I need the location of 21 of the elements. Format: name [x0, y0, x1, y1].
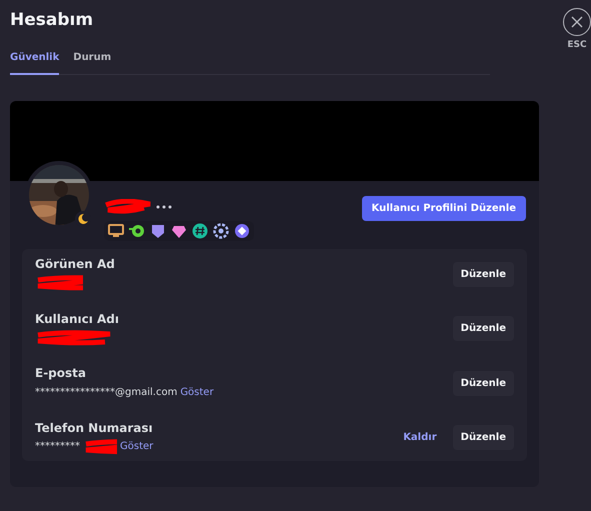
remove-link[interactable]: Kaldır: [403, 432, 437, 444]
edit-button[interactable]: Düzenle: [452, 316, 514, 342]
edit-button[interactable]: Düzenle: [452, 370, 514, 396]
edit-button[interactable]: Düzenle: [452, 262, 514, 286]
tab[interactable]: Güvenlik: [10, 52, 60, 75]
field-label: Telefon Numarası: [35, 420, 154, 435]
more-dots-icon: [156, 205, 172, 209]
close-button[interactable]: [563, 8, 591, 36]
field-label: E-posta: [35, 366, 87, 380]
field-value: ****************@gmail.com: [35, 386, 178, 398]
close-icon: [571, 16, 583, 28]
show-link[interactable]: Göster: [120, 441, 154, 452]
edit-button[interactable]: Düzenle: [452, 425, 514, 450]
field-label: Kullanıcı Adı: [35, 312, 120, 326]
show-link[interactable]: Göster: [180, 386, 214, 398]
field-label: Görünen Ad: [35, 257, 116, 271]
edit-profile-button[interactable]: Kullanıcı Profilini Düzenle: [362, 196, 526, 221]
page-title: Hesabım: [10, 10, 94, 30]
field-value: *********: [35, 441, 80, 452]
esc-label: ESC: [567, 40, 587, 50]
tab[interactable]: Durum: [73, 52, 112, 75]
